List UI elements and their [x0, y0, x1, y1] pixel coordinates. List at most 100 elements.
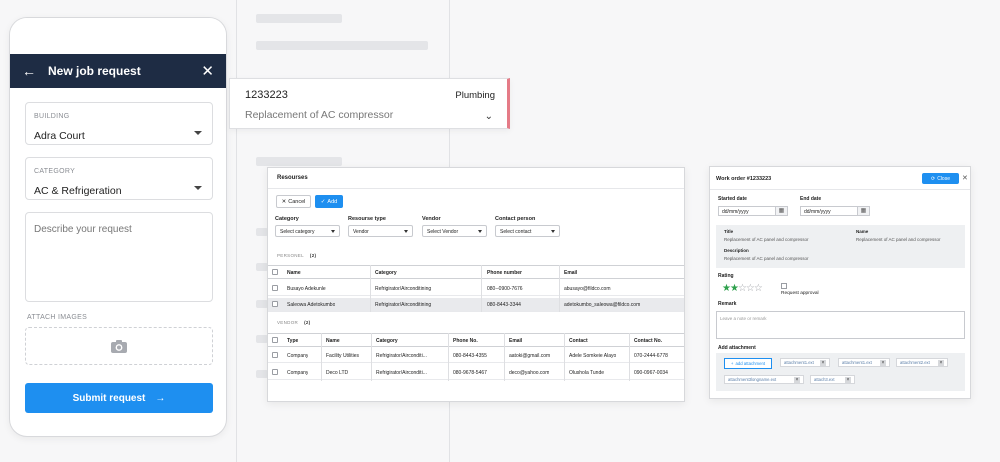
attachment-name: attachment2.ext	[900, 360, 930, 365]
phone-mockup: ← New job request ✕ BUILDING Adra Court …	[9, 17, 227, 437]
row-checkbox[interactable]	[272, 352, 278, 358]
calendar-icon[interactable]: ▦	[857, 207, 869, 215]
filter-category: Category Select category	[275, 216, 340, 237]
cell-contact: Adele Somkeie Alayo	[569, 353, 617, 359]
add-button[interactable]: ✓ Add	[315, 195, 343, 208]
remark-textarea[interactable]: Leave a note or remark	[716, 311, 965, 339]
filter-label: Vendor	[422, 216, 441, 222]
skeleton-line	[256, 157, 342, 166]
column-header: Email	[509, 338, 523, 344]
section-count: (2)	[304, 320, 311, 325]
close-icon[interactable]: ✕	[962, 174, 968, 182]
attachment-chip[interactable]: attachment2.ext ×	[896, 358, 948, 367]
column-divider	[481, 265, 482, 312]
cell-phone: 080--0900-7676	[487, 286, 523, 292]
star-empty-icon[interactable]: ☆	[738, 283, 747, 294]
star-rating[interactable]: ★★☆☆☆	[722, 283, 763, 294]
category-select[interactable]: CATEGORY AC & Refrigeration	[25, 157, 213, 200]
column-header: Type	[287, 338, 299, 344]
skeleton-line	[256, 41, 428, 50]
end-date-input[interactable]: dd/mm/yyyy ▦	[800, 206, 870, 216]
filter-label: Category	[275, 216, 299, 222]
date-placeholder: dd/mm/yyyy	[722, 209, 749, 215]
close-button[interactable]: ⟳ Close	[922, 173, 959, 184]
attachment-chip[interactable]: attachment1.ext ×	[780, 358, 830, 367]
star-empty-icon[interactable]: ☆	[746, 283, 755, 294]
remove-icon[interactable]: ×	[938, 359, 944, 366]
cell-category: Refrigirator/Airconditining	[375, 286, 432, 292]
cell-name: Busayo Adekunle	[287, 286, 326, 292]
vendor-dropdown[interactable]: Select Vendor	[422, 225, 487, 237]
cancel-button[interactable]: ✕ Cancel	[276, 195, 311, 208]
cell-contact-no: 090-0967-0034	[634, 370, 668, 376]
remark-label: Remark	[718, 301, 737, 307]
star-empty-icon[interactable]: ☆	[754, 283, 763, 294]
remove-icon[interactable]: ×	[820, 359, 826, 366]
filter-contact-person: Contact person Select contact	[495, 216, 560, 237]
cell-name: Facility Utilities	[326, 353, 360, 359]
job-card[interactable]: 1233223 Plumbing Replacement of AC compr…	[229, 78, 510, 129]
attachment-chip[interactable]: attachment1.ext ×	[838, 358, 890, 367]
close-icon[interactable]: ✕	[201, 62, 214, 80]
star-filled-icon[interactable]: ★	[730, 283, 739, 294]
canvas: ← New job request ✕ BUILDING Adra Court …	[0, 0, 1000, 462]
contact-dropdown[interactable]: Select contact	[495, 225, 560, 237]
add-attachment-label: Add attachment	[718, 345, 756, 351]
panel-title: Resourses	[268, 168, 684, 189]
cell-email: abusayo@fildco.com	[564, 286, 611, 292]
row-checkbox[interactable]	[272, 301, 278, 307]
cell-contact: Olushola Tunde	[569, 370, 605, 376]
star-filled-icon[interactable]: ★	[722, 283, 731, 294]
select-all-checkbox[interactable]	[272, 269, 278, 275]
describe-request-textarea[interactable]: Describe your request	[25, 212, 213, 302]
add-label: Add	[327, 198, 338, 205]
calendar-icon[interactable]: ▦	[775, 207, 787, 215]
table-row[interactable]: Saleowa Adetokumbo Refrigirator/Aircondi…	[268, 298, 684, 312]
row-checkbox[interactable]	[272, 369, 278, 375]
table-row[interactable]: Busayo Adekunle Refrigirator/Airconditin…	[268, 282, 684, 296]
category-dropdown[interactable]: Select category	[275, 225, 340, 237]
table-row[interactable]: Company Deco LTD Refrigirator/Airconditi…	[268, 366, 684, 380]
attachment-chip[interactable]: attachment3longname.ext ×	[724, 375, 804, 384]
job-number: 1233223	[245, 89, 288, 101]
remove-icon[interactable]: ×	[794, 376, 800, 383]
building-select[interactable]: BUILDING Adra Court	[25, 102, 213, 145]
submit-request-button[interactable]: Submit request →	[25, 383, 213, 413]
category-value: AC & Refrigeration	[34, 185, 122, 197]
cell-category: Refrigirator/Airconditi...	[376, 370, 427, 376]
column-divider	[629, 333, 630, 381]
request-approval-checkbox[interactable]	[781, 283, 787, 289]
remove-icon[interactable]: ×	[845, 376, 851, 383]
attachment-chip[interactable]: attach3.ext ×	[810, 375, 855, 384]
attachment-name: attachment1.ext	[842, 360, 872, 365]
remove-icon[interactable]: ×	[880, 359, 886, 366]
check-icon: ✓	[320, 198, 326, 205]
attach-images-dropzone[interactable]	[25, 327, 213, 365]
title-value: Replacement of AC panel and compressor	[724, 237, 809, 242]
refresh-icon: ⟳	[931, 175, 936, 182]
chevron-down-icon[interactable]: ⌄	[485, 111, 493, 122]
section-label: PERSONEL	[277, 253, 304, 258]
remark-placeholder: Leave a note or remark	[720, 316, 767, 321]
select-all-checkbox[interactable]	[272, 337, 278, 343]
filter-resource-type: Resourse type Vendor	[348, 216, 413, 237]
request-approval[interactable]: Request approval	[781, 283, 819, 296]
cell-type: Company	[287, 353, 309, 359]
personel-section-header: PERSONEL (2)	[277, 253, 316, 258]
table-row[interactable]: Company Facility Utilities Refrigirator/…	[268, 349, 684, 363]
attachment-name: attach3.ext	[814, 377, 835, 382]
started-date-input[interactable]: dd/mm/yyyy ▦	[718, 206, 788, 216]
column-header: Name	[287, 270, 301, 276]
filter-label: Resourse type	[348, 216, 386, 222]
column-divider	[370, 265, 371, 312]
resource-type-dropdown[interactable]: Vendor	[348, 225, 413, 237]
building-value: Adra Court	[34, 130, 85, 142]
chevron-down-icon	[194, 186, 202, 190]
add-attachment-button[interactable]: + add attachment	[724, 358, 772, 369]
category-label: CATEGORY	[34, 168, 76, 175]
close-label: Close	[937, 175, 950, 182]
attach-images-label: ATTACH IMAGES	[27, 314, 88, 321]
section-label: VENDOR	[277, 320, 299, 325]
back-arrow-icon[interactable]: ←	[22, 63, 36, 79]
row-checkbox[interactable]	[272, 285, 278, 291]
